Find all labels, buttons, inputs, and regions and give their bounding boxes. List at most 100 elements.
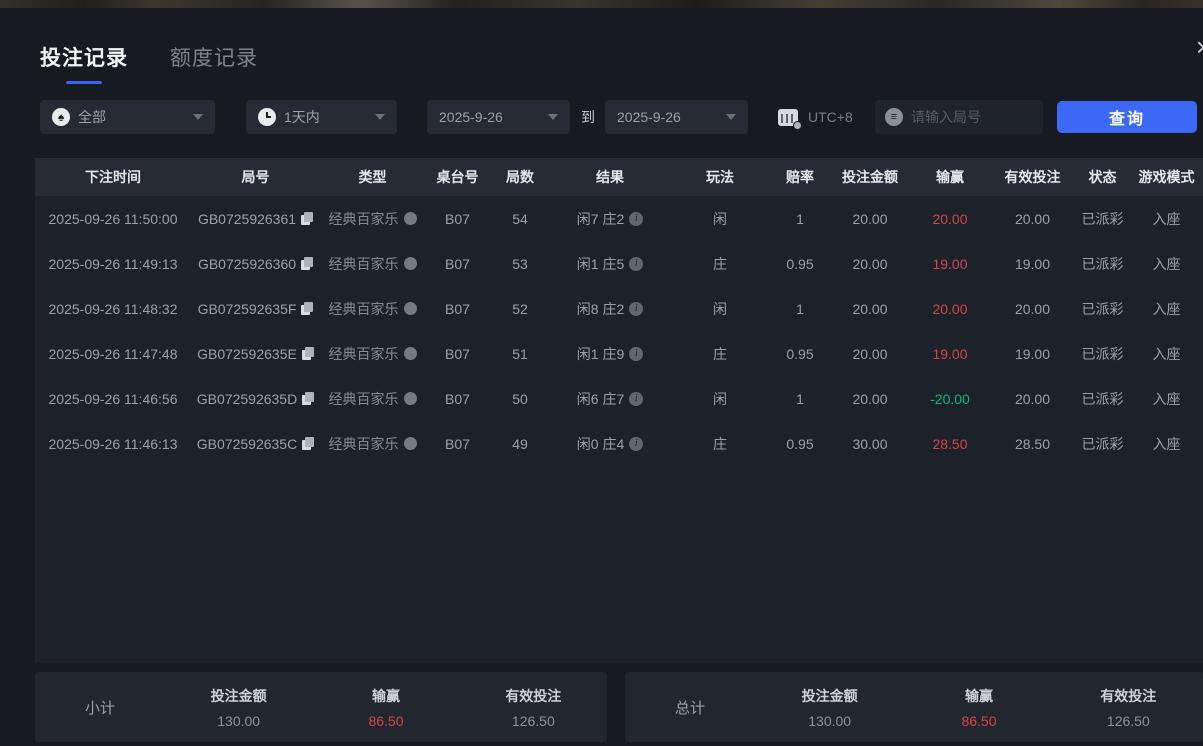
odds: 1 [796, 210, 804, 227]
odds: 1 [796, 300, 804, 317]
round-no: 51 [512, 345, 528, 362]
chevron-down-icon [375, 114, 385, 120]
tab-bar: 投注记录 额度记录 [40, 42, 258, 84]
subtotal-win-loss: 输赢 86.50 [312, 686, 459, 729]
total-bet-amount-label: 投注金额 [801, 687, 858, 704]
copy-icon[interactable] [302, 392, 315, 405]
bet-amount: 20.00 [852, 255, 888, 272]
table-row: 2025-09-26 11:50:00 GB0725926361 经典百家乐 B… [35, 196, 1203, 241]
round-no: 50 [512, 390, 528, 407]
info-icon[interactable] [629, 211, 644, 226]
bet-records-modal: 投注记录 额度记录 × ♠ 全部 1天内 2025-9-26 到 2025-9-… [0, 8, 1203, 746]
header-result: 结果 [596, 169, 624, 185]
bet-time: 2025-09-26 11:46:56 [48, 390, 178, 407]
subtotal-valid-bet: 有效投注 126.50 [460, 686, 607, 729]
game-type-icon [403, 437, 417, 450]
round-id: GB072592635C [196, 435, 298, 452]
date-to-value: 2025-9-26 [617, 109, 681, 125]
subtotal-win-loss-label: 输赢 [371, 687, 400, 704]
game-category-select[interactable]: ♠ 全部 [40, 100, 215, 134]
play: 庄 [713, 435, 727, 452]
header-type: 类型 [358, 169, 387, 185]
play: 庄 [713, 345, 727, 362]
chevron-down-icon [193, 114, 203, 120]
total-valid-bet-label: 有效投注 [1100, 687, 1157, 704]
date-to-picker[interactable]: 2025-9-26 [605, 100, 748, 134]
copy-icon[interactable] [301, 347, 314, 360]
bet-time: 2025-09-26 11:47:48 [48, 345, 178, 362]
info-icon[interactable] [629, 436, 644, 451]
copy-icon[interactable] [302, 437, 315, 450]
game-type: 经典百家乐 [328, 390, 399, 407]
table-row: 2025-09-26 11:46:56 GB072592635D 经典百家乐 B… [35, 376, 1203, 421]
copy-icon[interactable] [301, 212, 314, 225]
total-win-loss-label: 输赢 [964, 687, 993, 704]
type-cell: 经典百家乐 [320, 299, 425, 319]
game-mode: 入座 [1152, 390, 1181, 407]
round-id-cell: GB072592635F [191, 301, 320, 317]
total-bet-amount-value: 130.00 [808, 712, 852, 729]
date-from-picker[interactable]: 2025-9-26 [427, 100, 570, 134]
round-id-cell: GB072592635D [191, 391, 320, 407]
info-icon[interactable] [629, 301, 644, 316]
game-type-icon [403, 257, 417, 270]
close-icon[interactable]: × [1196, 34, 1203, 60]
query-button[interactable]: 查询 [1057, 101, 1197, 133]
header-table-no: 桌台号 [436, 169, 479, 185]
table-header: 下注时间 局号 类型 桌台号 局数 结果 玩法 赔率 投注金额 输赢 有效投注 … [35, 158, 1203, 196]
header-play: 玩法 [706, 169, 734, 185]
status: 已派彩 [1081, 435, 1124, 452]
total-bet-amount: 投注金额 130.00 [755, 686, 904, 729]
info-icon[interactable] [629, 391, 644, 406]
subtotal-label: 小计 [84, 699, 115, 717]
background-video-strip [0, 0, 1203, 8]
tab-bet-records[interactable]: 投注记录 [40, 42, 128, 84]
valid-bet: 20.00 [1014, 300, 1051, 317]
calendar-clock-icon[interactable] [778, 108, 802, 130]
bet-records-table: 下注时间 局号 类型 桌台号 局数 结果 玩法 赔率 投注金额 输赢 有效投注 … [35, 158, 1203, 663]
bet-amount: 20.00 [852, 345, 888, 362]
type-cell: 经典百家乐 [320, 344, 425, 364]
play: 庄 [713, 255, 727, 272]
round-id-cell: GB0725926361 [191, 211, 320, 227]
round-id: GB0725926361 [197, 210, 297, 227]
subtotal-bar: 小计 投注金额 130.00 输赢 86.50 有效投注 126.50 [35, 672, 607, 742]
round-number-input[interactable] [911, 109, 1021, 125]
win-loss: 20.00 [932, 210, 968, 227]
valid-bet: 20.00 [1014, 390, 1051, 407]
round-id: GB072592635E [197, 345, 297, 362]
copy-icon[interactable] [301, 302, 314, 315]
time-range-value: 1天内 [284, 109, 320, 125]
result-cell: 闲6 庄7 [550, 389, 670, 409]
round-id: GB072592635D [196, 390, 298, 407]
result-cell: 闲1 庄9 [550, 344, 670, 364]
info-icon[interactable] [629, 256, 644, 271]
status: 已派彩 [1081, 255, 1124, 272]
copy-icon[interactable] [301, 257, 314, 270]
time-range-select[interactable]: 1天内 [246, 100, 397, 134]
round-id-cell: GB072592635C [191, 436, 320, 452]
subtotal-bet-amount: 投注金额 130.00 [165, 686, 312, 729]
win-loss: 19.00 [932, 255, 968, 272]
subtotal-win-loss-value: 86.50 [368, 712, 404, 729]
game-mode: 入座 [1152, 300, 1181, 317]
header-bet-time: 下注时间 [85, 169, 141, 185]
status: 已派彩 [1081, 210, 1124, 227]
round-id-cell: GB0725926360 [191, 256, 320, 272]
info-icon[interactable] [629, 346, 644, 361]
round-number-icon: ≡ [885, 108, 903, 126]
odds: 1 [796, 390, 804, 407]
game-mode: 入座 [1152, 435, 1181, 452]
subtotal-bet-amount-value: 130.00 [217, 712, 261, 729]
total-win-loss-value: 86.50 [961, 712, 997, 729]
valid-bet: 19.00 [1014, 345, 1051, 362]
result: 闲1 庄5 [576, 255, 625, 272]
play: 闲 [713, 390, 727, 407]
round-no: 49 [512, 435, 528, 452]
result-cell: 闲1 庄5 [550, 254, 670, 274]
tab-quota-records[interactable]: 额度记录 [170, 42, 258, 84]
total-win-loss: 输赢 86.50 [904, 686, 1053, 729]
odds: 0.95 [786, 345, 814, 362]
result: 闲1 庄9 [576, 345, 625, 362]
bet-time: 2025-09-26 11:48:32 [48, 300, 178, 317]
